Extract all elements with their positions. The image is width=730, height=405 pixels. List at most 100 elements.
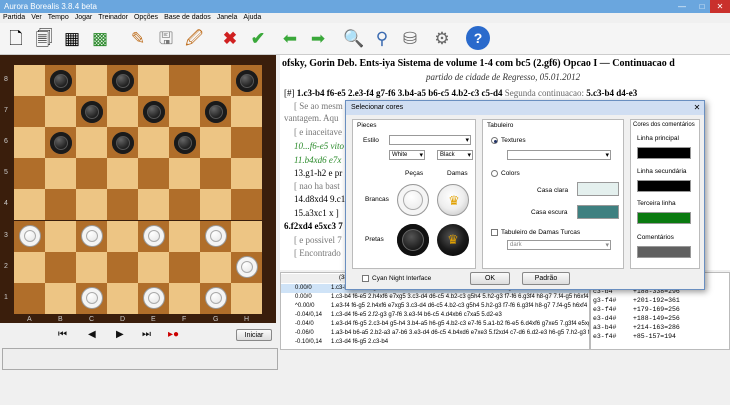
black-piece[interactable]	[235, 69, 258, 92]
record-icon[interactable]: ▸●	[168, 329, 179, 340]
board-square[interactable]	[169, 282, 200, 314]
textures-radio[interactable]	[491, 137, 498, 144]
white-piece[interactable]	[80, 225, 103, 247]
board-square[interactable]	[14, 251, 45, 283]
board-square[interactable]	[138, 158, 169, 190]
close-icon[interactable]: ✕	[710, 0, 730, 13]
start-button[interactable]: Iniciar	[236, 329, 272, 341]
board-square[interactable]	[169, 158, 200, 190]
board-square[interactable]	[14, 189, 45, 221]
board-square[interactable]	[76, 189, 107, 221]
save-icon[interactable]: 🖫	[154, 26, 178, 50]
white-style-select[interactable]: White	[389, 150, 425, 160]
board-square[interactable]	[231, 127, 262, 159]
search-icon[interactable]: 🔍	[342, 26, 366, 50]
board-square[interactable]	[76, 158, 107, 190]
board-square[interactable]	[231, 189, 262, 221]
open-icon[interactable]: 🗐	[32, 26, 56, 50]
database-icon[interactable]: ⛁	[398, 26, 422, 50]
black-piece[interactable]	[142, 100, 165, 123]
default-button[interactable]: Padrão	[522, 272, 570, 285]
last-move-icon[interactable]: ⏭	[142, 329, 151, 340]
black-piece-preview[interactable]	[397, 224, 429, 256]
board-square[interactable]	[14, 96, 45, 128]
board-square[interactable]	[138, 127, 169, 159]
board-square[interactable]	[200, 220, 231, 252]
board-square[interactable]	[45, 282, 76, 314]
colors-radio[interactable]	[491, 170, 498, 177]
confirm-icon[interactable]: ✔	[246, 26, 270, 50]
black-piece[interactable]	[80, 100, 103, 123]
maximize-icon[interactable]: □	[692, 0, 712, 13]
black-piece[interactable]	[173, 131, 196, 154]
forward-icon[interactable]: ➡	[306, 26, 330, 50]
white-piece[interactable]	[142, 287, 165, 310]
save-as-icon[interactable]: 🖉	[182, 26, 206, 50]
board-square[interactable]	[169, 127, 200, 159]
table-row[interactable]: -0.06/0 1.a3-b4 b6-a5 2.b2-a3 a7-b6 3.e3-…	[281, 329, 589, 338]
board-square[interactable]	[231, 282, 262, 314]
help-icon[interactable]: ?	[466, 26, 490, 50]
board-square[interactable]	[76, 96, 107, 128]
menu-item[interactable]: Ver	[28, 14, 45, 21]
find-icon[interactable]: ⚲	[370, 26, 394, 50]
board-square[interactable]	[200, 251, 231, 283]
comments-swatch[interactable]	[637, 246, 691, 258]
black-piece[interactable]	[49, 131, 72, 154]
style-select[interactable]	[389, 135, 471, 145]
board-square[interactable]	[107, 282, 138, 314]
board-square[interactable]	[45, 96, 76, 128]
board-square[interactable]	[138, 282, 169, 314]
board-square[interactable]	[107, 65, 138, 97]
menu-item[interactable]: Partida	[0, 14, 28, 21]
menu-item[interactable]: Ajuda	[240, 14, 264, 21]
board-square[interactable]	[107, 96, 138, 128]
move-line[interactable]: 15.a3xc1 x ]	[294, 208, 339, 218]
ok-button[interactable]: OK	[470, 272, 510, 285]
menu-item[interactable]: Opções	[131, 14, 161, 21]
white-piece[interactable]	[18, 225, 41, 247]
second-line-swatch[interactable]	[637, 180, 691, 192]
board-square[interactable]	[45, 158, 76, 190]
menu-item[interactable]: Tempo	[45, 14, 72, 21]
board-square[interactable]	[107, 220, 138, 252]
board-square[interactable]	[14, 65, 45, 97]
board-square[interactable]	[138, 251, 169, 283]
board-square[interactable]	[138, 189, 169, 221]
board-square[interactable]	[107, 251, 138, 283]
board-square[interactable]	[231, 251, 262, 283]
board-square[interactable]	[138, 65, 169, 97]
new-icon[interactable]: 🗋	[4, 26, 28, 50]
menu-item[interactable]: Base de dados	[161, 14, 214, 21]
board-square[interactable]	[169, 96, 200, 128]
first-move-icon[interactable]: ⏮	[58, 329, 67, 340]
board-square[interactable]	[107, 158, 138, 190]
white-piece[interactable]	[142, 225, 165, 247]
board-square[interactable]	[107, 189, 138, 221]
delete-icon[interactable]: ✖	[218, 26, 242, 50]
board-square[interactable]	[138, 96, 169, 128]
settings-icon[interactable]: ⚙	[430, 26, 454, 50]
board-square[interactable]	[14, 158, 45, 190]
table-row[interactable]: -0.10/0,14 1.c3-d4 f6-g5 2.c3-b4	[281, 338, 589, 347]
board-square[interactable]	[76, 127, 107, 159]
board-square[interactable]	[200, 96, 231, 128]
black-piece[interactable]	[111, 131, 134, 154]
board-square[interactable]	[76, 220, 107, 252]
white-piece[interactable]	[204, 225, 227, 247]
texture-select[interactable]	[507, 150, 611, 160]
board-square[interactable]	[45, 65, 76, 97]
board-square[interactable]	[14, 127, 45, 159]
cyan-night-checkbox[interactable]	[362, 275, 369, 282]
board-square[interactable]	[169, 189, 200, 221]
checkers-board[interactable]: 8 7 6 5 4 3 2 1 A B C D E F G H	[4, 65, 262, 323]
black-piece[interactable]	[111, 69, 134, 92]
table-row[interactable]: ^0.00/0 1.e3-f4 f6-g5 2.h4xf6 e7xg5 3.c3-…	[281, 302, 589, 311]
black-piece[interactable]	[49, 69, 72, 92]
edit-icon[interactable]: ✎	[126, 26, 150, 50]
white-piece[interactable]	[235, 256, 258, 279]
main-moves[interactable]: 1.c3-b4 f6-e5 2.e3-f4 g7-f6 3.b4-a5 b6-c…	[297, 88, 503, 98]
menu-item[interactable]: Janela	[214, 14, 241, 21]
table-row[interactable]: -0.04/0 1.e3-d4 f6-g5 2.c3-b4 g5-h4 3.b4-…	[281, 320, 589, 329]
board-square[interactable]	[76, 65, 107, 97]
